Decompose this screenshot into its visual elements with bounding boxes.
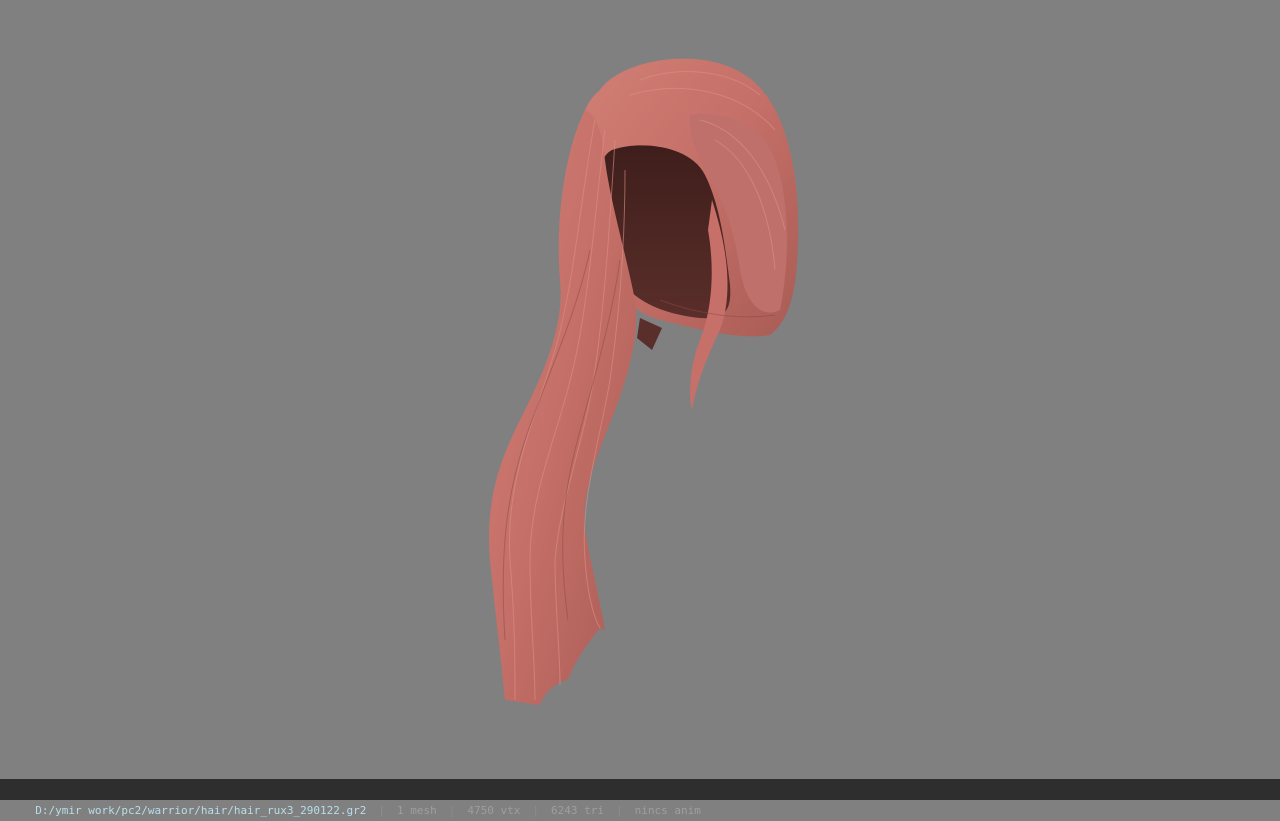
separator: |: [532, 804, 539, 817]
separator: |: [378, 804, 386, 817]
triangle-count-label: 6243 tri: [551, 804, 604, 817]
separator: |: [448, 804, 456, 817]
status-bar: D:/ymir work/pc2/warrior/hair/hair_rux3_…: [0, 779, 1280, 817]
3d-viewport[interactable]: [0, 0, 1280, 779]
hair-tab: [637, 318, 662, 350]
anim-status-label: nincs anim: [634, 804, 701, 817]
hair-model-render[interactable]: [0, 0, 1280, 779]
separator: |: [615, 804, 623, 817]
vertex-count-label: 4750 vtx: [467, 804, 521, 817]
file-path-label: D:/ymir work/pc2/warrior/hair/hair_rux3_…: [35, 804, 367, 817]
mesh-count-label: 1 mesh: [397, 804, 437, 817]
